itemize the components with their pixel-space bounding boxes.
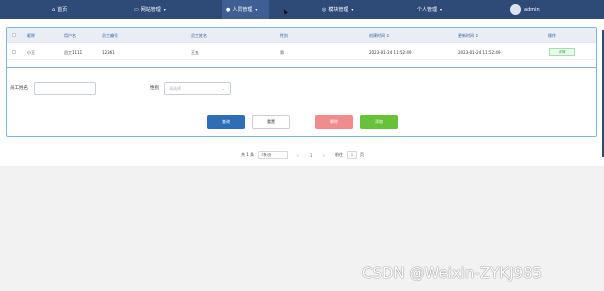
search-form: 员工姓名 性别 请选择 ⌄ 查询 重置 删除 添加	[6, 67, 597, 137]
gender-label: 性别	[150, 86, 159, 91]
cell-nickname: 小王	[27, 50, 35, 55]
user-name[interactable]: admin	[524, 0, 540, 19]
staff-name-input[interactable]	[34, 82, 96, 95]
nav-item-label: 首页	[57, 7, 68, 13]
chevron-down-icon: ⌄	[221, 86, 225, 91]
goto-label: 前往	[335, 152, 343, 157]
table-header-row: 昵称 用户名 员工编号 员工姓名 性别 创建时间 ↕ 更新时间 ↕ 操作	[7, 28, 596, 43]
nav-item-module[interactable]: ◎ 模块管理 ▾	[322, 0, 353, 19]
chevron-down-icon: ▾	[440, 7, 443, 12]
delete-button[interactable]: 删除	[315, 115, 353, 129]
table-row[interactable]: 小王 员工1111 12361 王五 男 2023-01-24 11:52:49…	[7, 45, 596, 60]
watermark: CSDN @Weixin-ZYKJ985	[362, 264, 543, 282]
nav-item-personal[interactable]: 个人管理 ▾	[417, 0, 442, 19]
gender-select-placeholder: 请选择	[169, 85, 181, 91]
cell-username: 员工1111	[64, 50, 83, 55]
col-header-staff-no[interactable]: 员工编号	[102, 33, 118, 39]
chevron-down-icon: ▾	[351, 7, 354, 12]
page-size-value: 7条/页	[261, 152, 272, 157]
gender-select[interactable]: 请选择 ⌄	[164, 82, 231, 95]
avatar[interactable]	[510, 4, 521, 15]
nav-item-label: 人员管理	[232, 7, 253, 13]
details-button[interactable]: 详情	[549, 48, 575, 56]
col-header-actions: 操作	[548, 33, 556, 38]
chevron-down-icon: ▾	[163, 7, 166, 12]
cell-staff-no: 12361	[102, 50, 115, 55]
goto-page-input[interactable]: 1	[347, 151, 357, 159]
cell-created: 2023-01-24 11:52:49	[369, 50, 412, 55]
reset-button[interactable]: 重置	[252, 115, 290, 129]
page-size-select[interactable]: 7条/页	[258, 151, 288, 159]
prev-page-icon[interactable]: <	[296, 151, 299, 159]
select-all-checkbox[interactable]	[12, 33, 16, 37]
user-icon: ●	[226, 6, 231, 13]
page-unit-label: 页	[360, 152, 364, 157]
col-header-staff-name[interactable]: 员工姓名	[191, 33, 207, 39]
next-page-icon[interactable]: >	[322, 151, 325, 159]
nav-item-website[interactable]: ▭ 网站管理 ▾	[134, 0, 166, 19]
home-icon: ⌂	[52, 6, 56, 13]
pagination: 共 1 条 7条/页 < 1 > 前往 1 页	[0, 151, 604, 161]
module-icon: ◎	[322, 6, 327, 13]
current-page[interactable]: 1	[310, 151, 313, 159]
chevron-down-icon: ▾	[255, 7, 258, 12]
nav-item-label: 个人管理	[417, 7, 438, 13]
nav-item-home[interactable]: ⌂ 首页	[52, 0, 67, 19]
nav-item-label: 模块管理	[328, 7, 349, 13]
row-checkbox[interactable]	[12, 50, 16, 54]
cell-staff-name: 王五	[191, 50, 199, 55]
nav-item-label: 网站管理	[140, 7, 161, 13]
top-nav-bar: ⌂ 首页 ▭ 网站管理 ▾ ● 人员管理 ▾ ◎ 模块管理 ▾ 个人管理 ▾ a…	[0, 0, 604, 19]
query-button[interactable]: 查询	[207, 115, 245, 129]
cell-updated: 2023-01-24 11:52:49	[458, 50, 501, 55]
staff-name-label: 员工姓名	[10, 86, 28, 91]
col-header-username[interactable]: 用户名	[64, 33, 76, 39]
website-icon: ▭	[134, 6, 139, 13]
col-header-gender[interactable]: 性别	[280, 33, 288, 39]
main-content: 昵称 用户名 员工编号 员工姓名 性别 创建时间 ↕ 更新时间 ↕ 操作 小王 …	[0, 19, 604, 166]
col-header-updated[interactable]: 更新时间 ↕	[458, 33, 479, 39]
nav-item-staff[interactable]: ● 人员管理 ▾	[222, 0, 269, 19]
add-button[interactable]: 添加	[360, 115, 398, 129]
total-count: 共 1 条	[241, 152, 255, 157]
col-header-nickname[interactable]: 昵称	[27, 33, 35, 39]
cell-gender: 男	[280, 50, 284, 55]
col-header-created[interactable]: 创建时间 ↕	[369, 33, 390, 39]
